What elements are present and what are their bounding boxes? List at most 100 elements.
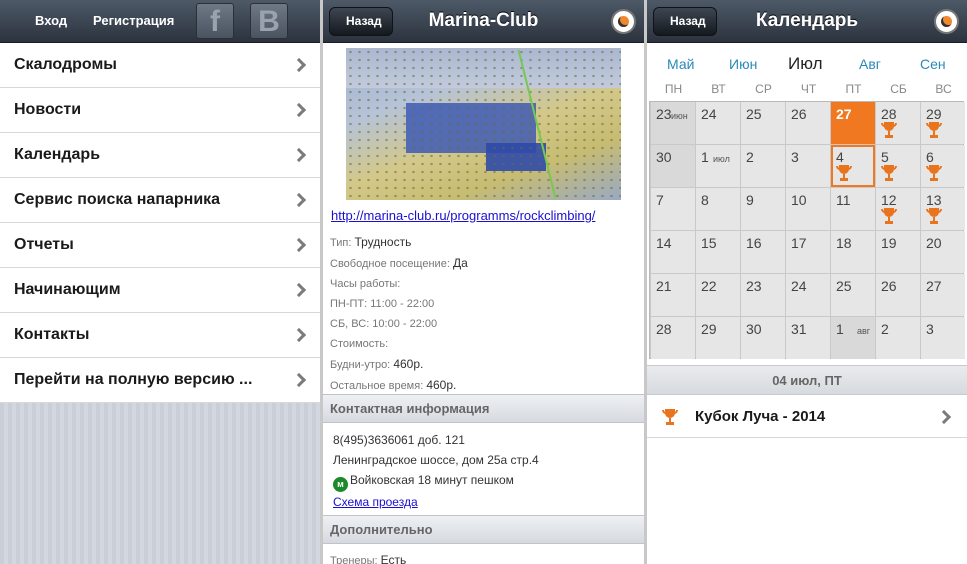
menu-item-partner-search[interactable]: Сервис поиска напарника	[0, 178, 320, 223]
calendar-day[interactable]: 5	[876, 145, 920, 187]
day-number: 9	[746, 192, 754, 208]
login-link[interactable]: Вход	[35, 13, 67, 28]
menu-item-full-version[interactable]: Перейти на полную версию ...	[0, 358, 320, 403]
contact-info: 8(495)3636061 доб. 121 Ленинградское шос…	[333, 430, 539, 512]
calendar-day[interactable]: 30	[741, 317, 785, 359]
club-website-link[interactable]: http://marina-club.ru/programms/rockclim…	[331, 208, 595, 223]
back-button[interactable]: Назад	[329, 7, 393, 36]
trainers-row: Тренеры: Есть	[330, 553, 406, 564]
calendar-day[interactable]: 9	[741, 188, 785, 230]
day-number: 11	[836, 192, 851, 208]
calendar-day[interactable]: 1 авг	[831, 317, 875, 359]
calendar-day[interactable]: 27	[831, 102, 875, 144]
day-number: 20	[926, 235, 942, 251]
calendar-day[interactable]: 24	[696, 102, 740, 144]
menu-item-news[interactable]: Новости	[0, 88, 320, 133]
register-link[interactable]: Регистрация	[93, 13, 174, 28]
calendar-day[interactable]: 21	[651, 274, 695, 316]
calendar-day[interactable]: 29	[696, 317, 740, 359]
calendar-day[interactable]: 28	[651, 317, 695, 359]
event-item[interactable]: Кубок Луча - 2014	[647, 396, 967, 438]
top-bar: Назад Календарь	[647, 0, 967, 43]
back-button-label: Назад	[346, 14, 382, 28]
other-time-label: Остальное время:	[330, 380, 424, 392]
menu-item-label: Начинающим	[14, 281, 121, 298]
month-selector: Май Июн Июл Авг Сен	[647, 52, 967, 76]
calendar-day[interactable]: 24	[786, 274, 830, 316]
calendar-day[interactable]: 19	[876, 231, 920, 273]
calendar-day[interactable]: 25	[741, 102, 785, 144]
month-tab-current[interactable]: Июл	[788, 54, 823, 74]
month-tab[interactable]: Май	[667, 56, 694, 72]
calendar-day[interactable]: 6	[921, 145, 965, 187]
calendar-day[interactable]: 30	[651, 145, 695, 187]
calendar-day[interactable]: 3	[921, 317, 965, 359]
additional-section-header: Дополнительно	[323, 515, 644, 544]
calendar-day[interactable]: 23	[741, 274, 785, 316]
day-number: 15	[701, 235, 717, 251]
trophy-icon	[926, 208, 942, 224]
selected-date-bar: 04 июл, ПТ	[647, 365, 967, 395]
free-visit-label: Свободное посещение:	[330, 258, 450, 270]
calendar-day[interactable]: 2	[876, 317, 920, 359]
trophy-icon	[926, 122, 942, 138]
calendar-day[interactable]: 31	[786, 317, 830, 359]
day-number: 23	[746, 278, 762, 294]
day-number: 13	[926, 192, 942, 208]
day-number: 3	[791, 149, 799, 165]
directions-link[interactable]: Схема проезда	[333, 495, 418, 509]
month-tab[interactable]: Сен	[920, 56, 946, 72]
menu-item-contacts[interactable]: Контакты	[0, 313, 320, 358]
menu-item-calendar[interactable]: Календарь	[0, 133, 320, 178]
menu-item-reports[interactable]: Отчеты	[0, 223, 320, 268]
calendar-day[interactable]: 1 июл	[696, 145, 740, 187]
day-number: 31	[791, 321, 807, 337]
calendar-day[interactable]: 2	[741, 145, 785, 187]
calendar-day[interactable]: 13	[921, 188, 965, 230]
facebook-icon[interactable]: f	[196, 3, 234, 39]
month-tab[interactable]: Июн	[729, 56, 757, 72]
back-button-label: Назад	[670, 14, 706, 28]
month-tag: июн	[671, 111, 688, 121]
type-label: Тип:	[330, 237, 352, 249]
calendar-day[interactable]: 16	[741, 231, 785, 273]
climber-icon[interactable]	[611, 9, 636, 34]
main-menu-screen: Вход Регистрация f B Скалодромы Новости …	[0, 0, 320, 564]
calendar-day[interactable]: 25	[831, 274, 875, 316]
day-number: 25	[746, 106, 762, 122]
weekday-label: ВТ	[711, 82, 726, 96]
calendar-day[interactable]: 18	[831, 231, 875, 273]
day-number: 30	[656, 149, 672, 165]
climber-icon[interactable]	[934, 9, 959, 34]
calendar-day[interactable]: 17	[786, 231, 830, 273]
calendar-day[interactable]: 26	[876, 274, 920, 316]
calendar-day[interactable]: 26	[786, 102, 830, 144]
calendar-day[interactable]: 4	[831, 145, 875, 187]
calendar-day[interactable]: 15	[696, 231, 740, 273]
chevron-right-icon	[291, 237, 307, 253]
month-tab[interactable]: Авг	[859, 56, 881, 72]
calendar-day[interactable]: 3	[786, 145, 830, 187]
menu-item-climbing-gyms[interactable]: Скалодромы	[0, 43, 320, 88]
menu-item-beginners[interactable]: Начинающим	[0, 268, 320, 313]
event-title: Кубок Луча - 2014	[695, 408, 826, 425]
calendar-day[interactable]: 23 июн	[651, 102, 695, 144]
calendar-day[interactable]: 20	[921, 231, 965, 273]
vkontakte-icon[interactable]: B	[250, 3, 288, 39]
day-number: 8	[701, 192, 709, 208]
calendar-day[interactable]: 14	[651, 231, 695, 273]
calendar-day[interactable]: 29	[921, 102, 965, 144]
calendar-day[interactable]: 7	[651, 188, 695, 230]
calendar-day[interactable]: 10	[786, 188, 830, 230]
calendar-day[interactable]: 27	[921, 274, 965, 316]
day-number: 14	[656, 235, 672, 251]
day-number: 19	[881, 235, 897, 251]
calendar-day[interactable]: 12	[876, 188, 920, 230]
back-button[interactable]: Назад	[653, 7, 717, 36]
hours-label: Часы работы:	[330, 278, 401, 290]
calendar-day[interactable]: 8	[696, 188, 740, 230]
calendar-grid: 23 июн 24 25 26 27 28 29 30 1 июл 2 3 4 5 6 7 8 9 10 11 12 13 1…	[649, 101, 965, 359]
calendar-day[interactable]: 11	[831, 188, 875, 230]
calendar-day[interactable]: 28	[876, 102, 920, 144]
calendar-day[interactable]: 22	[696, 274, 740, 316]
